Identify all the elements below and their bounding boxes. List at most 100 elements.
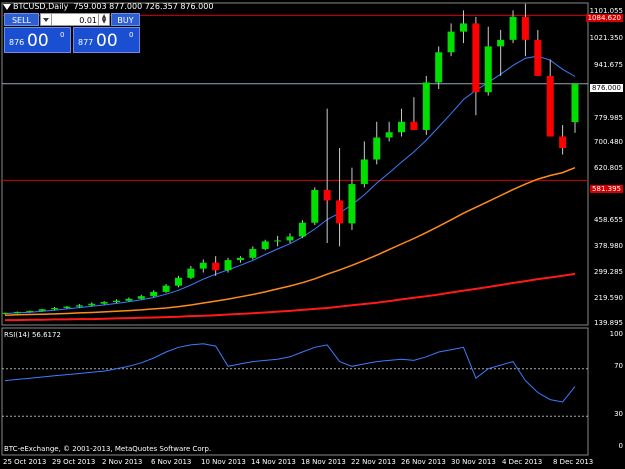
price-tick: 779.985 xyxy=(594,114,623,122)
rsi-line xyxy=(4,343,576,403)
price-tick: 299.285 xyxy=(594,268,623,276)
candle xyxy=(187,265,195,280)
chevron-down-icon[interactable] xyxy=(3,3,11,10)
candle xyxy=(546,59,554,137)
candle-body xyxy=(26,310,34,312)
candle xyxy=(113,299,121,304)
candle xyxy=(497,29,505,76)
date-tick: 22 Nov 2013 xyxy=(351,458,396,466)
sell-price-sup: 0 xyxy=(60,31,65,39)
ohlc-values: 759.003 877.000 726.357 876.000 xyxy=(73,2,214,11)
buy-price-small: 877 xyxy=(78,38,94,47)
candle-body xyxy=(212,262,220,271)
chart-frame xyxy=(1,2,589,456)
candle-body xyxy=(348,184,356,224)
candle xyxy=(150,290,158,298)
candle-body xyxy=(559,136,567,148)
candle-body xyxy=(534,39,542,76)
candle xyxy=(162,284,170,293)
candle-body xyxy=(286,236,294,241)
candle-body xyxy=(385,132,393,138)
candle-body xyxy=(571,83,579,123)
candle xyxy=(385,121,393,142)
candle-body xyxy=(137,296,145,299)
candle-body xyxy=(398,121,406,133)
candle xyxy=(447,23,455,57)
sell-button[interactable]: SELL xyxy=(4,13,39,26)
candle-body xyxy=(113,300,121,303)
candle-body xyxy=(274,240,282,242)
price-tick: 700.480 xyxy=(594,138,623,146)
candle xyxy=(261,239,269,251)
symbol-label: BTCUSD,Daily xyxy=(13,2,69,11)
copyright-text: BTC-eExchange, © 2001-2013, MetaQuotes S… xyxy=(4,445,212,453)
candle xyxy=(348,167,356,230)
candle xyxy=(435,46,443,89)
candle-body xyxy=(224,260,232,271)
stepper-icon[interactable]: ▲ ▼ xyxy=(98,14,109,25)
candle-body xyxy=(174,277,182,286)
candle-body xyxy=(261,241,269,249)
lot-size-value: 0.01 xyxy=(79,16,97,25)
buy-price-big: 00 xyxy=(96,31,118,51)
candle xyxy=(559,125,567,155)
candle-body xyxy=(88,303,96,306)
candle-body xyxy=(360,159,368,185)
candle xyxy=(1,312,9,315)
candle-body xyxy=(13,311,21,313)
top-level-marker: 1084.620 xyxy=(585,14,623,22)
candle xyxy=(521,3,529,57)
price-tick: 458.655 xyxy=(594,216,623,224)
candle xyxy=(236,256,244,263)
candle-body xyxy=(422,82,430,130)
candle-body xyxy=(484,46,492,93)
date-tick: 25 Oct 2013 xyxy=(3,458,47,466)
candle xyxy=(311,187,319,226)
date-tick: 4 Dec 2013 xyxy=(502,458,543,466)
lot-size-input[interactable]: 0.01 ▲ ▼ xyxy=(40,13,110,26)
candle xyxy=(274,235,282,247)
rsi-label: RSI(14) 56.6172 xyxy=(4,331,61,339)
buy-price-button[interactable]: 877 00 0 xyxy=(73,27,140,53)
candle-body xyxy=(75,305,83,307)
rsi-pane-border xyxy=(1,327,589,456)
rsi-level: 70 xyxy=(614,362,623,370)
ma-fast-line xyxy=(4,55,576,314)
candle-body xyxy=(410,121,418,130)
candle-body xyxy=(472,23,480,93)
candle-body xyxy=(199,262,207,269)
candle xyxy=(410,97,418,130)
candle xyxy=(422,75,430,135)
candle xyxy=(398,108,406,137)
date-tick: 29 Oct 2013 xyxy=(52,458,96,466)
buy-button[interactable]: BUY xyxy=(111,13,140,26)
candle-body xyxy=(447,31,455,53)
candle-body xyxy=(521,16,529,40)
rsi-level: 100 xyxy=(609,330,623,338)
moving-averages xyxy=(4,55,576,322)
candle-body xyxy=(546,75,554,137)
bottom-level-marker: 581.395 xyxy=(590,185,623,193)
candle xyxy=(534,29,542,76)
sell-price-big: 00 xyxy=(27,31,49,51)
candle-body xyxy=(509,16,517,40)
candle-body xyxy=(150,291,158,297)
date-tick: 2 Nov 2013 xyxy=(102,458,143,466)
candle-body xyxy=(497,39,505,47)
price-tick: 139.895 xyxy=(594,319,623,327)
candle-body xyxy=(323,189,331,201)
price-tick: 620.805 xyxy=(594,164,623,172)
candle-body xyxy=(187,268,195,278)
rsi-series xyxy=(4,343,576,403)
candle xyxy=(137,294,145,300)
chevron-down-icon[interactable] xyxy=(41,14,52,25)
sell-price-button[interactable]: 876 00 0 xyxy=(4,27,71,53)
candle-body xyxy=(100,302,108,304)
candle-body xyxy=(162,285,170,292)
candle xyxy=(373,121,381,165)
candle-body xyxy=(236,257,244,261)
candle xyxy=(323,108,331,244)
chart-canvas xyxy=(1,2,589,456)
candle xyxy=(360,141,368,188)
candle xyxy=(298,220,306,239)
